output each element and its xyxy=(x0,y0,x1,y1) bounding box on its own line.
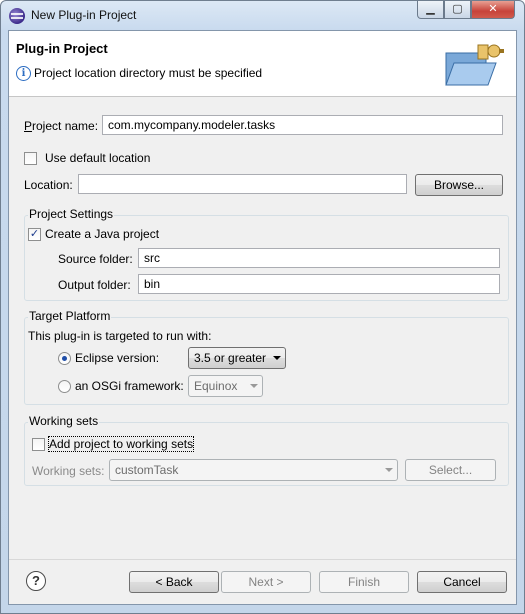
output-folder-input[interactable]: bin xyxy=(138,274,500,294)
create-java-project-label: Create a Java project xyxy=(45,227,160,241)
working-sets-label: Working sets: xyxy=(32,464,105,478)
status-message: Project location directory must be speci… xyxy=(34,66,263,80)
osgi-framework-value: Equinox xyxy=(194,379,238,393)
add-to-working-sets-checkbox[interactable] xyxy=(32,438,45,451)
maximize-button[interactable]: ▢ xyxy=(444,1,471,19)
add-to-working-sets-label: Add project to working sets xyxy=(47,436,195,452)
cancel-button[interactable]: Cancel xyxy=(417,571,507,593)
title-bar[interactable]: New Plug-in Project ▁ ▢ ✕ xyxy=(1,1,524,29)
working-sets-select[interactable]: customTask xyxy=(109,459,398,481)
use-default-location-checkbox[interactable] xyxy=(24,152,37,165)
help-icon[interactable]: ? xyxy=(26,571,46,591)
eclipse-version-radio[interactable] xyxy=(58,352,71,365)
location-input[interactable] xyxy=(78,174,407,194)
project-name-input[interactable]: com.mycompany.modeler.tasks xyxy=(102,115,503,135)
minimize-button[interactable]: ▁ xyxy=(417,1,444,19)
create-java-project-checkbox[interactable]: ✓ xyxy=(28,228,41,241)
browse-button[interactable]: Browse... xyxy=(415,174,503,196)
output-folder-label: Output folder: xyxy=(58,278,131,292)
page-title: Plug-in Project xyxy=(16,41,108,56)
footer-divider xyxy=(9,559,516,560)
location-label: Location: xyxy=(24,178,73,192)
eclipse-icon xyxy=(9,8,25,24)
select-working-sets-button[interactable]: Select... xyxy=(405,459,496,481)
finish-button[interactable]: Finish xyxy=(319,571,409,593)
next-button[interactable]: Next > xyxy=(221,571,311,593)
dialog-window: New Plug-in Project ▁ ▢ ✕ Plug-in Projec… xyxy=(0,0,525,614)
osgi-framework-label: an OSGi framework: xyxy=(75,379,184,393)
project-settings-title: Project Settings xyxy=(28,207,115,221)
project-name-label: Project name: xyxy=(24,119,99,133)
wizard-body: Plug-in Project i Project location direc… xyxy=(8,30,517,605)
eclipse-version-select[interactable]: 3.5 or greater xyxy=(188,347,286,369)
osgi-framework-select[interactable]: Equinox xyxy=(188,375,263,397)
info-icon: i xyxy=(16,66,31,81)
chevron-down-icon xyxy=(273,356,281,360)
working-sets-title: Working sets xyxy=(28,414,100,428)
window-title: New Plug-in Project xyxy=(31,8,137,22)
back-button[interactable]: < Back xyxy=(129,571,219,593)
source-folder-label: Source folder: xyxy=(58,252,133,266)
chevron-down-icon xyxy=(250,384,258,388)
source-folder-input[interactable]: src xyxy=(138,248,500,268)
close-button[interactable]: ✕ xyxy=(471,1,515,19)
chevron-down-icon xyxy=(385,468,393,472)
use-default-location-label: Use default location xyxy=(45,151,151,165)
eclipse-version-value: 3.5 or greater xyxy=(194,351,267,365)
eclipse-version-label: Eclipse version: xyxy=(75,351,160,365)
working-sets-value: customTask xyxy=(115,463,179,477)
osgi-framework-radio[interactable] xyxy=(58,380,71,393)
target-platform-title: Target Platform xyxy=(28,309,112,323)
wizard-header: Plug-in Project i Project location direc… xyxy=(9,31,516,97)
plugin-wizard-icon xyxy=(445,44,504,86)
target-platform-description: This plug-in is targeted to run with: xyxy=(28,329,212,343)
